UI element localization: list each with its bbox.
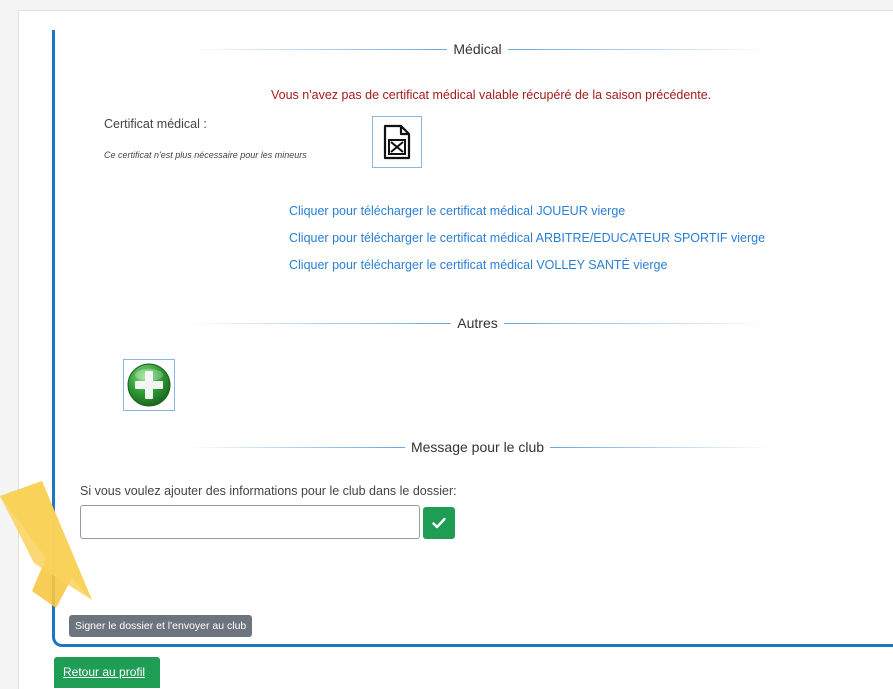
- medical-warning: Vous n'avez pas de certificat médical va…: [271, 88, 712, 102]
- section-divider-autres: Autres: [185, 313, 770, 333]
- submit-message-button[interactable]: [423, 507, 455, 539]
- section-title-medical: Médical: [453, 41, 502, 57]
- certificate-label: Certificat médical :: [104, 117, 207, 131]
- section-title-autres: Autres: [457, 315, 498, 331]
- add-plus-icon: [127, 363, 171, 407]
- highlight-arrow: [0, 481, 92, 608]
- back-to-profile-button[interactable]: Retour au profil: [54, 657, 160, 688]
- file-missing-icon: [383, 124, 411, 160]
- section-divider-medical: Médical: [185, 39, 770, 59]
- download-link-arbitre[interactable]: Cliquer pour télécharger le certificat m…: [289, 231, 765, 245]
- download-link-volley-sante[interactable]: Cliquer pour télécharger le certificat m…: [289, 258, 667, 272]
- add-document-button[interactable]: [123, 359, 175, 411]
- certificate-note: Ce certificat n'est plus nécessaire pour…: [104, 150, 307, 160]
- section-divider-message: Message pour le club: [185, 437, 771, 457]
- sign-and-send-button[interactable]: Signer le dossier et l'envoyer au club: [69, 615, 253, 637]
- certificate-file-thumbnail[interactable]: [372, 116, 422, 168]
- download-link-joueur[interactable]: Cliquer pour télécharger le certificat m…: [289, 204, 625, 218]
- message-prompt: Si vous voulez ajouter des informations …: [80, 484, 457, 498]
- message-textarea[interactable]: [80, 505, 420, 539]
- check-icon: [432, 517, 446, 529]
- section-title-message: Message pour le club: [410, 439, 545, 455]
